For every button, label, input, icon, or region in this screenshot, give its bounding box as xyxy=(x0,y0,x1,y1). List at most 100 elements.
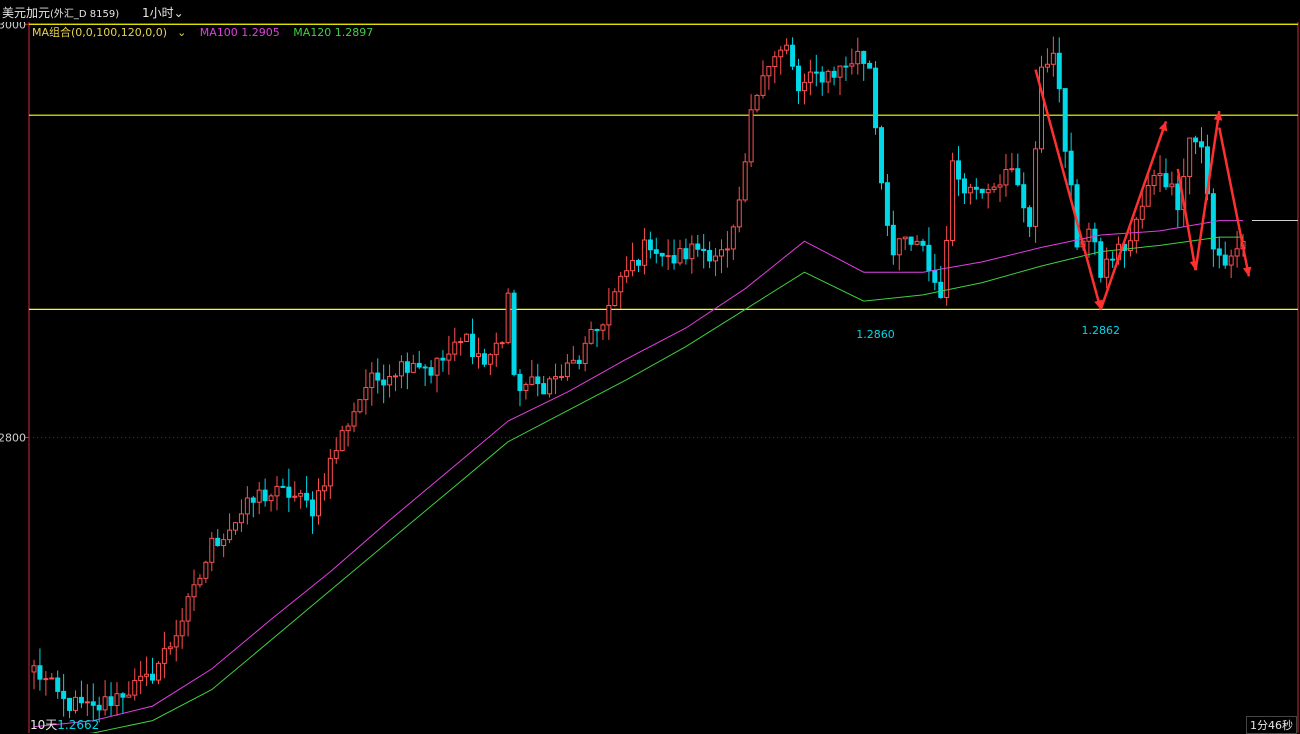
candle-down xyxy=(404,361,410,373)
candle-up xyxy=(197,577,203,586)
candle-down xyxy=(416,362,422,368)
candle-down xyxy=(381,379,387,386)
candle-down xyxy=(78,696,84,704)
candle-up xyxy=(553,376,559,380)
candle-down xyxy=(884,182,890,226)
candle-up xyxy=(144,673,150,677)
candle-down xyxy=(938,281,944,298)
candle-up xyxy=(689,243,695,260)
trend-arrow xyxy=(1176,168,1197,271)
candle-up xyxy=(132,680,138,696)
candle-up xyxy=(173,635,179,648)
candle-down xyxy=(961,178,967,194)
candle-up xyxy=(1044,63,1050,68)
bars-left-label: 10天 xyxy=(30,718,58,732)
candle-down xyxy=(843,65,849,68)
candle-down xyxy=(1015,168,1021,186)
candle-up xyxy=(1151,174,1157,187)
candle-up xyxy=(114,693,120,706)
candle-down xyxy=(1175,183,1181,211)
candle-up xyxy=(203,561,209,579)
candle-up xyxy=(902,236,908,240)
candle-up xyxy=(1187,137,1193,178)
candle-up xyxy=(298,492,304,497)
ma120-label: MA120 1.2897 xyxy=(293,26,374,39)
candle-down xyxy=(671,255,677,264)
candle-up xyxy=(825,70,831,83)
candle-up xyxy=(618,275,624,293)
price-annotation: 1.2862 xyxy=(1082,324,1121,337)
ma-group-label[interactable]: MA组合(0,0,100,120,0,0) ⌄ xyxy=(32,26,186,39)
candle-down xyxy=(594,328,600,331)
candle-down xyxy=(1098,241,1104,278)
candle-down xyxy=(286,486,292,498)
candle-down xyxy=(481,353,487,365)
candle-down xyxy=(1110,258,1116,261)
candle-up xyxy=(221,539,227,547)
candle-up xyxy=(155,662,161,681)
candle-up xyxy=(1003,169,1009,186)
candle-down xyxy=(304,492,310,501)
candle-down xyxy=(920,240,926,246)
candle-down xyxy=(695,243,701,250)
candle-up xyxy=(784,44,790,51)
candle-down xyxy=(932,269,938,283)
candle-down xyxy=(90,701,96,706)
candle-up xyxy=(724,248,730,251)
candle-down xyxy=(517,373,523,391)
candle-up xyxy=(807,71,813,83)
ma100-line xyxy=(33,220,1243,728)
candle-up xyxy=(547,378,553,395)
candle-up xyxy=(1133,218,1139,242)
candle-down xyxy=(215,537,221,547)
candle-up xyxy=(713,255,719,262)
candle-down xyxy=(890,224,896,256)
candle-down xyxy=(1062,88,1068,152)
candle-down xyxy=(878,127,884,184)
candle-up xyxy=(179,620,185,637)
candle-up xyxy=(191,584,197,598)
candle-up xyxy=(227,529,233,541)
candle-up xyxy=(238,513,244,524)
candle-down xyxy=(61,690,67,699)
candle-down xyxy=(707,250,713,262)
candle-up xyxy=(398,361,404,377)
candle-down xyxy=(511,292,517,375)
price-annotation: 1.2860 xyxy=(856,328,895,341)
arrow-head xyxy=(1242,266,1252,277)
candle-up xyxy=(244,497,250,515)
candle-up xyxy=(588,328,594,344)
candle-up xyxy=(837,65,843,78)
candle-up xyxy=(493,342,499,356)
candle-up xyxy=(333,450,339,459)
candle-up xyxy=(896,238,902,256)
candle-down xyxy=(67,697,73,711)
candle-down xyxy=(310,499,316,517)
candle-up xyxy=(600,324,606,331)
chart-header: 美元加元(外汇_D 8159) 1小时⌄ xyxy=(0,0,1300,22)
candle-down xyxy=(262,489,268,502)
candle-down xyxy=(873,67,879,129)
candle-up xyxy=(102,696,108,711)
ma-legend: MA组合(0,0,100,120,0,0) ⌄ MA100 1.2905 MA12… xyxy=(32,24,383,40)
candle-up xyxy=(967,186,973,194)
candle-up xyxy=(1139,205,1145,220)
candle-up xyxy=(606,305,612,326)
candle-down xyxy=(653,249,659,254)
candle-down xyxy=(796,65,802,92)
candle-down xyxy=(375,372,381,381)
period-selector[interactable]: 1小时⌄ xyxy=(142,4,184,21)
candle-up xyxy=(748,109,754,163)
candle-down xyxy=(576,359,582,364)
candle-down xyxy=(1068,150,1074,186)
candle-up xyxy=(446,353,452,361)
candle-up xyxy=(233,522,238,531)
candle-up xyxy=(126,694,132,698)
candle-up xyxy=(742,161,748,201)
candle-up xyxy=(778,49,784,58)
candle-down xyxy=(926,244,932,271)
candle-up xyxy=(849,63,855,67)
candlestick-chart[interactable]: 300028001.30001.30001.28601.2862 xyxy=(0,0,1300,733)
candle-up xyxy=(1104,258,1110,278)
candle-up xyxy=(754,94,760,111)
